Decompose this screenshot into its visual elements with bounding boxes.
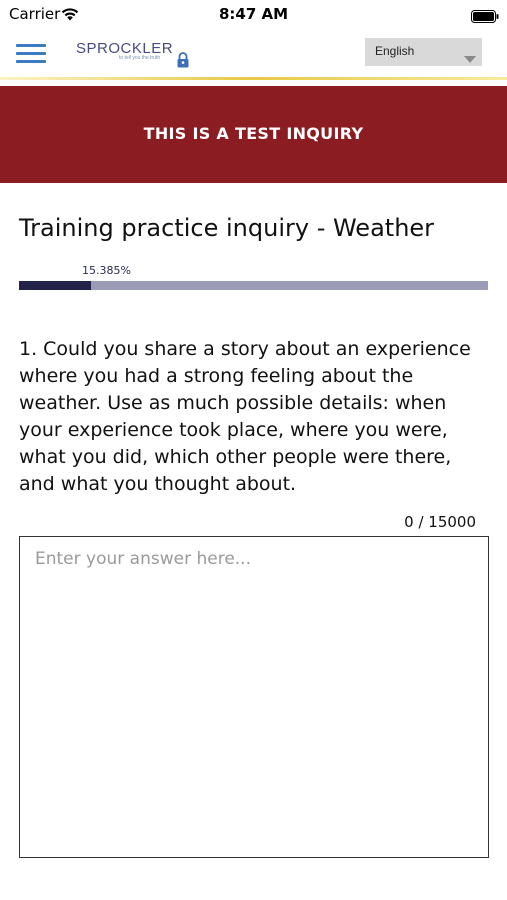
lock-icon	[176, 52, 190, 72]
battery-icon	[471, 8, 499, 27]
logo-tagline: to tell you the truth	[119, 55, 161, 61]
test-inquiry-banner: THIS IS A TEST INQUIRY	[0, 86, 507, 183]
clock-time: 8:47 AM	[218, 5, 289, 23]
hamburger-menu-icon[interactable]	[16, 42, 46, 64]
progress-label: 15.385%	[82, 264, 131, 277]
progress-bar-fill	[19, 281, 92, 290]
header-accent-line	[0, 77, 507, 80]
app-header: SPROCKLER to tell you the truth English	[0, 30, 507, 80]
chevron-down-icon	[464, 48, 476, 67]
language-selected-value: English	[375, 44, 415, 58]
page: Carrier 8:47 AM SPROCKLER to tell you th…	[0, 0, 507, 900]
answer-input[interactable]	[20, 537, 488, 857]
answer-box	[19, 536, 489, 858]
progress-bar	[19, 281, 488, 290]
inquiry-title: Training practice inquiry - Weather	[19, 214, 435, 242]
status-bar: Carrier 8:47 AM	[0, 0, 507, 30]
character-counter: 0 / 15000	[404, 513, 476, 531]
language-select[interactable]: English	[365, 38, 482, 66]
sprockler-logo: SPROCKLER to tell you the truth	[76, 40, 196, 74]
test-inquiry-banner-text: THIS IS A TEST INQUIRY	[143, 124, 364, 143]
question-text: 1. Could you share a story about an expe…	[19, 338, 471, 495]
